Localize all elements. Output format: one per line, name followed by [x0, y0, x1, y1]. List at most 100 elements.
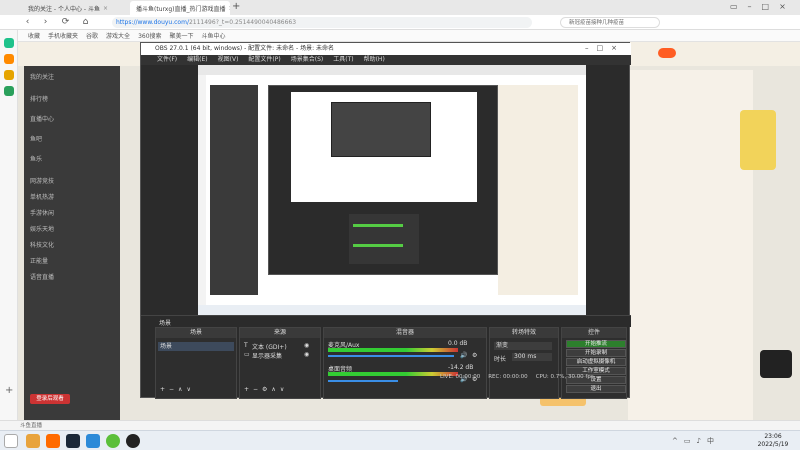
bookmark-item[interactable]: 聚美一下: [170, 31, 194, 40]
transitions-dock: 转场特效 渐变 时长 300 ms: [489, 327, 559, 399]
preview-inner-obs: [331, 102, 431, 157]
obs-status-bar: LIVE: 00:00:00 REC: 00:00:00 CPU: 0.7%, …: [440, 374, 594, 380]
clock-date: 2022/5/19: [757, 441, 789, 448]
dock-title: 混音器: [324, 328, 486, 338]
home-icon[interactable]: ⌂: [80, 17, 91, 28]
nav-item[interactable]: 我的关注: [30, 72, 54, 81]
app-icon[interactable]: [4, 70, 14, 80]
duration-label: 时长: [494, 356, 507, 363]
start-streaming-button[interactable]: 开始推流: [566, 340, 626, 348]
browser-tab-active[interactable]: 播斗鱼(turxg)直播_热门游戏直播×: [130, 1, 230, 15]
dock-title: 来源: [240, 328, 320, 338]
clock[interactable]: 23:06 2022/5/19: [752, 433, 794, 449]
bookmark-item[interactable]: 斗鱼中心: [202, 31, 226, 40]
menu-scene-collection[interactable]: 场景集合(S): [291, 55, 324, 65]
app-icon[interactable]: [106, 434, 120, 448]
dock-title: 场景: [156, 328, 236, 338]
scene-toolbar-icon[interactable]: +−∧∨: [160, 386, 195, 393]
start-recording-button[interactable]: 开始录制: [566, 349, 626, 357]
browser-tab-bar: 我的关注 - 个人中心 - 斗鱼× 播斗鱼(turxg)直播_热门游戏直播× +…: [0, 0, 800, 15]
add-icon[interactable]: +: [5, 385, 13, 396]
source-item[interactable]: 文本 (GDI+): [252, 342, 287, 351]
scene-bar: 场景: [141, 315, 631, 327]
obs-icon[interactable]: [126, 434, 140, 448]
menu-profile[interactable]: 配置文件(P): [248, 55, 280, 65]
virtual-camera-button[interactable]: 启动虚拟摄像机: [566, 358, 626, 366]
menu-file[interactable]: 文件(F): [157, 55, 177, 65]
nav-item[interactable]: 网游竞技: [30, 176, 54, 185]
url-input[interactable]: https://www.douyu.com/2111496?_t=0.25144…: [112, 17, 532, 28]
chat-panel: [628, 70, 753, 420]
nav-item[interactable]: 鱼吧: [30, 134, 42, 143]
app-icon[interactable]: [46, 434, 60, 448]
app-icon[interactable]: [4, 54, 14, 64]
bookmark-item[interactable]: 收藏: [28, 31, 40, 40]
login-button[interactable]: 登录后观看: [30, 394, 70, 404]
back-icon[interactable]: ‹: [22, 17, 33, 28]
pc-client-badge[interactable]: [658, 48, 676, 58]
eye-icon[interactable]: ◉: [304, 342, 309, 349]
source-toolbar-icon[interactable]: +−⚙∧∨: [244, 386, 288, 393]
app-icon[interactable]: [26, 434, 40, 448]
preview-obs: [268, 85, 498, 275]
exit-button[interactable]: 退出: [566, 385, 626, 393]
menu-help[interactable]: 帮助(H): [364, 55, 385, 65]
bookmark-item[interactable]: 360搜索: [138, 31, 161, 40]
refresh-icon[interactable]: ⟳: [60, 17, 71, 28]
close-icon[interactable]: ×: [103, 5, 108, 12]
volume-slider[interactable]: [328, 355, 454, 357]
preview-chat: [498, 85, 578, 295]
speaker-icon[interactable]: 🔊: [460, 352, 467, 359]
menu-view[interactable]: 视图(V): [218, 55, 239, 65]
nav-item[interactable]: 科技文化: [30, 240, 54, 249]
promo-badge[interactable]: [760, 350, 792, 378]
tab-label: 播斗鱼(turxg)直播_热门游戏直播: [136, 5, 226, 13]
bookmark-item[interactable]: 谷歌: [86, 31, 98, 40]
nav-item[interactable]: 手游休闲: [30, 208, 54, 217]
clock-time: 23:06: [764, 433, 782, 440]
forward-icon[interactable]: ›: [40, 17, 51, 28]
nav-item[interactable]: 排行榜: [30, 94, 48, 103]
nav-item[interactable]: 单机热游: [30, 192, 54, 201]
search-input[interactable]: 新冠疫苗接种几种疫苗: [560, 17, 660, 28]
bookmark-item[interactable]: 游戏大全: [106, 31, 130, 40]
nav-item[interactable]: 正能量: [30, 256, 48, 265]
status-text: 斗鱼直播: [20, 423, 43, 429]
scene-item[interactable]: 场景: [158, 342, 234, 351]
preview-tabbar: [198, 65, 586, 75]
tray-icons[interactable]: ^▭♪中: [672, 436, 720, 446]
taskbar: ^▭♪中 23:06 2022/5/19: [0, 430, 800, 450]
bookmarks-bar: 收藏 手机收藏夹 谷歌 游戏大全 360搜索 聚美一下 斗鱼中心: [0, 30, 800, 42]
meter: [353, 224, 403, 227]
menu-edit[interactable]: 编辑(E): [187, 55, 207, 65]
gear-icon[interactable]: ⚙: [472, 352, 477, 359]
volume-slider[interactable]: [328, 380, 398, 382]
tab-label: 我的关注 - 个人中心 - 斗鱼: [28, 5, 100, 13]
obs-window-controls-icon[interactable]: –□×: [585, 44, 625, 52]
duration-input[interactable]: 300 ms: [512, 353, 552, 361]
sources-dock: 来源 T 文本 (GDI+) ▭ 显示器采集 ◉ ◉ +−⚙∧∨: [239, 327, 321, 399]
nav-item[interactable]: 直播中心: [30, 114, 54, 123]
promo-banner[interactable]: [740, 110, 776, 170]
close-icon[interactable]: ×: [229, 5, 230, 12]
nav-item[interactable]: 鱼乐: [30, 154, 42, 163]
window-controls-icon[interactable]: ▭–□×: [730, 2, 796, 11]
start-icon[interactable]: [4, 434, 18, 448]
transition-select[interactable]: 渐变: [494, 342, 552, 350]
eye-icon[interactable]: ◉: [304, 351, 309, 358]
preview-inner: [291, 92, 477, 202]
menu-tools[interactable]: 工具(T): [333, 55, 353, 65]
scenes-dock: 场景 场景 +−∧∨: [155, 327, 237, 399]
app-icon[interactable]: [86, 434, 100, 448]
new-tab-icon[interactable]: +: [232, 1, 240, 12]
source-item[interactable]: 显示器采集: [252, 351, 282, 360]
nav-item[interactable]: 语音直播: [30, 272, 54, 281]
nav-item[interactable]: 娱乐天地: [30, 224, 54, 233]
obs-preview[interactable]: [198, 65, 586, 315]
app-icon[interactable]: [66, 434, 80, 448]
preview-taskbar: [198, 305, 586, 315]
app-icon[interactable]: [4, 86, 14, 96]
app-icon[interactable]: [4, 38, 14, 48]
bookmark-item[interactable]: 手机收藏夹: [48, 31, 78, 40]
browser-tab[interactable]: 我的关注 - 个人中心 - 斗鱼 ×: [22, 1, 112, 15]
